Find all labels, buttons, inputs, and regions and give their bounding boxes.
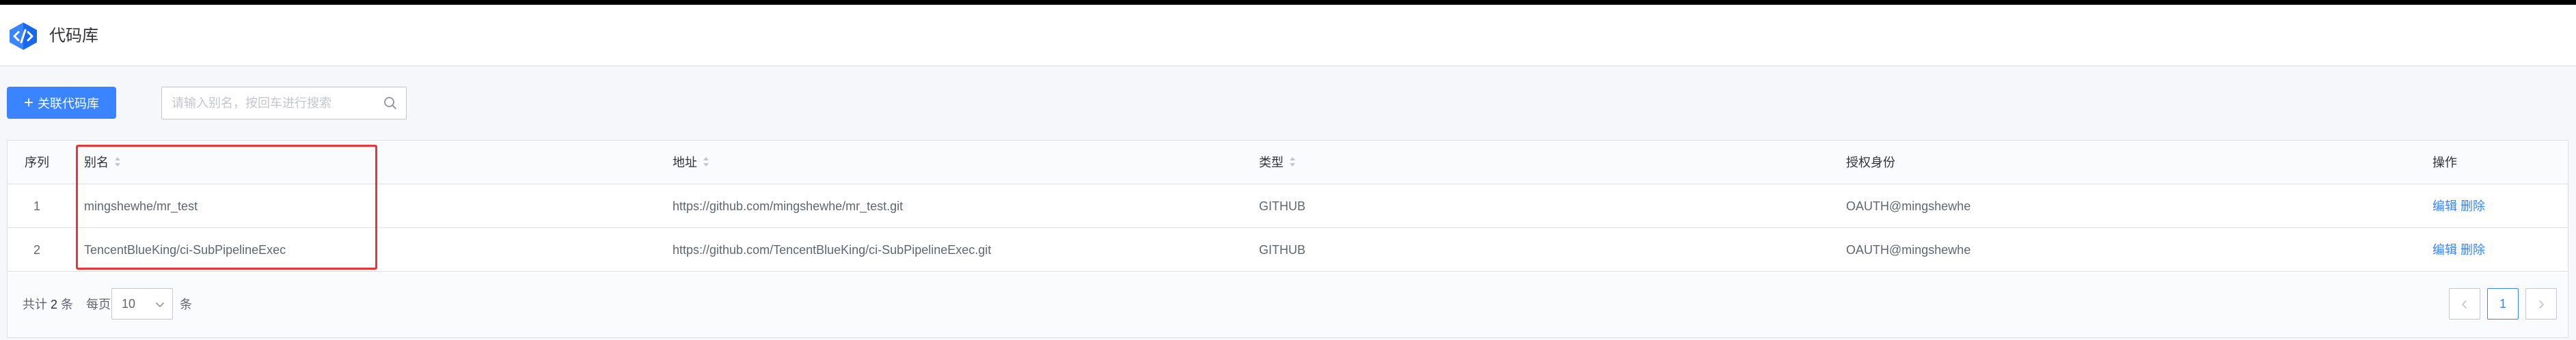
- page-number-button[interactable]: 1: [2487, 288, 2519, 320]
- row-index: 1: [33, 199, 41, 213]
- total-number: 2: [51, 298, 58, 311]
- column-header-index: 序列: [25, 156, 49, 169]
- per-page-unit: 条: [180, 298, 192, 311]
- repo-table: 序列 别名 地址 类型 授权身份 操作 1 mingshewhe/mr_test…: [7, 140, 2568, 338]
- column-header-alias-label: 别名: [84, 156, 109, 169]
- total-count: 共计 2 条: [23, 296, 73, 313]
- column-header-type-label: 类型: [1259, 156, 1284, 169]
- table-row: 1 mingshewhe/mr_test https://github.com/…: [8, 184, 2568, 228]
- page-size-select[interactable]: 10: [111, 288, 173, 320]
- edit-link[interactable]: 编辑: [2432, 199, 2457, 213]
- search-icon[interactable]: [383, 96, 398, 111]
- total-suffix: 条: [61, 298, 74, 311]
- page-size-value: 10: [122, 297, 136, 311]
- search-box: [161, 87, 407, 119]
- row-index: 2: [33, 243, 41, 257]
- link-repo-button[interactable]: + 关联代码库: [7, 87, 116, 119]
- row-actions: 编辑 删除: [2432, 184, 2485, 228]
- row-auth: OAUTH@mingshewhe: [1846, 243, 1971, 257]
- prev-page-button[interactable]: [2449, 288, 2480, 320]
- column-header-url-label: 地址: [673, 156, 697, 169]
- row-alias: TencentBlueKing/ci-SubPipelineExec: [84, 243, 286, 257]
- edit-link[interactable]: 编辑: [2432, 243, 2457, 257]
- delete-link[interactable]: 删除: [2460, 199, 2485, 213]
- row-actions: 编辑 删除: [2432, 228, 2485, 272]
- top-bar: [0, 0, 2576, 5]
- total-prefix: 共计: [23, 298, 47, 311]
- delete-link[interactable]: 删除: [2460, 243, 2485, 257]
- row-url: https://github.com/TencentBlueKing/ci-Su…: [673, 243, 992, 257]
- sort-icon[interactable]: [114, 156, 121, 168]
- column-header-type[interactable]: 类型: [1259, 141, 1296, 184]
- column-header-auth: 授权身份: [1846, 156, 1895, 169]
- column-header-actions: 操作: [2432, 156, 2457, 169]
- column-header-alias[interactable]: 别名: [84, 141, 121, 184]
- page-header: 代码库: [0, 5, 2576, 66]
- pagination-bar: 共计 2 条 每页 10 条 1: [8, 273, 2568, 337]
- chevron-right-icon: [2539, 300, 2544, 309]
- chevron-left-icon: [2462, 300, 2467, 309]
- chevron-down-icon: [156, 302, 164, 307]
- page-title: 代码库: [49, 27, 98, 45]
- row-type: GITHUB: [1259, 199, 1306, 213]
- sort-icon[interactable]: [703, 156, 709, 168]
- link-repo-button-label: 关联代码库: [38, 96, 99, 111]
- table-row: 2 TencentBlueKing/ci-SubPipelineExec htt…: [8, 228, 2568, 272]
- row-auth: OAUTH@mingshewhe: [1846, 199, 1971, 213]
- column-header-url[interactable]: 地址: [673, 141, 709, 184]
- row-type: GITHUB: [1259, 243, 1306, 257]
- sort-icon[interactable]: [1289, 156, 1296, 168]
- search-input[interactable]: [162, 87, 374, 119]
- next-page-button[interactable]: [2525, 288, 2557, 320]
- table-header: 序列 别名 地址 类型 授权身份 操作: [8, 141, 2568, 184]
- row-url: https://github.com/mingshewhe/mr_test.gi…: [673, 199, 904, 213]
- row-alias: mingshewhe/mr_test: [84, 199, 198, 213]
- plus-icon: +: [23, 93, 33, 112]
- code-repo-logo-icon: [10, 23, 37, 50]
- per-page-label: 每页: [86, 298, 111, 311]
